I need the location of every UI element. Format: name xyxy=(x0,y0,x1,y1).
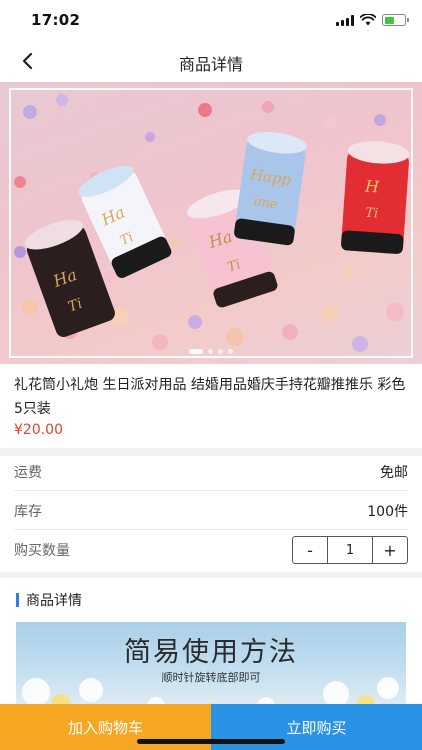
banner-frame xyxy=(9,88,413,358)
quantity-stepper: - 1 + xyxy=(292,536,408,564)
cellular-signal-icon xyxy=(336,14,354,26)
quantity-value[interactable]: 1 xyxy=(327,537,373,563)
detail-image-subtitle: 顺时针旋转底部即可 xyxy=(161,671,261,684)
divider xyxy=(0,572,422,578)
product-price: ¥20.00 xyxy=(14,422,63,438)
carousel-dot[interactable] xyxy=(228,349,233,354)
stock-label: 库存 xyxy=(14,503,42,520)
stock-value: 100件 xyxy=(367,503,408,520)
status-icons xyxy=(336,13,409,27)
product-image-carousel[interactable]: Ha Ti Ha Ti Ha Ti Happ ime H Ti xyxy=(0,82,422,364)
detail-image-title: 简易使用方法 xyxy=(124,637,298,668)
shipping-row: 运费 免邮 xyxy=(14,453,408,491)
wifi-icon xyxy=(360,14,376,26)
battery-icon xyxy=(382,14,409,26)
carousel-dot[interactable] xyxy=(208,349,213,354)
carousel-indicator xyxy=(0,349,422,354)
page-title: 商品详情 xyxy=(178,55,243,74)
home-indicator xyxy=(137,739,285,744)
carousel-dot[interactable] xyxy=(218,349,223,354)
detail-image: 简易使用方法 顺时针旋转底部即可 xyxy=(16,622,406,712)
navigation-bar: 商品详情 xyxy=(0,40,422,82)
decrease-quantity-button[interactable]: - xyxy=(293,537,327,563)
shipping-label: 运费 xyxy=(14,464,42,481)
product-title: 礼花筒小礼炮 生日派对用品 结婚用品婚庆手持花瓣推推乐 彩色5只装 xyxy=(14,377,406,417)
battery-level xyxy=(384,16,394,24)
shipping-value: 免邮 xyxy=(380,464,408,481)
section-marker xyxy=(16,593,19,607)
quantity-label: 购买数量 xyxy=(14,543,70,559)
status-bar: 17:02 xyxy=(0,0,422,40)
carousel-dot[interactable] xyxy=(189,349,203,354)
details-heading-label: 商品详情 xyxy=(26,593,82,609)
stock-row: 库存 100件 xyxy=(14,492,408,530)
status-time: 17:02 xyxy=(31,11,81,29)
quantity-row: 购买数量 - 1 + xyxy=(14,531,408,569)
details-section-heading: 商品详情 xyxy=(16,590,82,610)
increase-quantity-button[interactable]: + xyxy=(373,537,407,563)
